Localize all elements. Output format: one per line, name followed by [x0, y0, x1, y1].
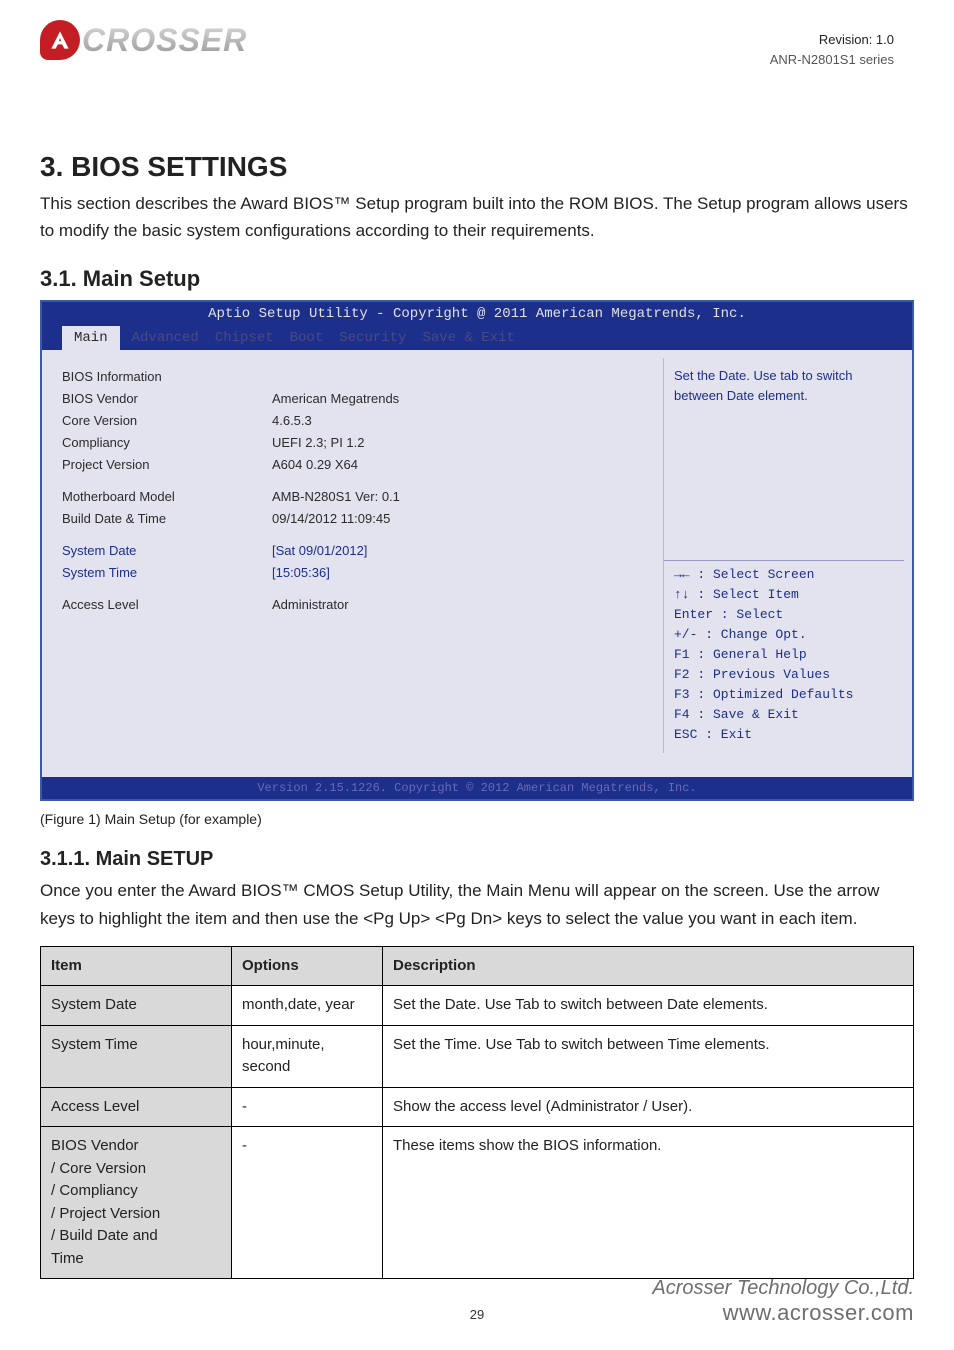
bios-tab-advanced[interactable]: Advanced	[128, 326, 203, 350]
bios-item-help: Set the Date. Use tab to switch between …	[674, 366, 894, 556]
bios-figure: Aptio Setup Utility - Copyright @ 2011 A…	[40, 300, 914, 801]
intro-paragraph: This section describes the Award BIOS™ S…	[40, 190, 914, 244]
bios-core-label: Core Version	[62, 410, 272, 432]
figure-caption: (Figure 1) Main Setup (for example)	[40, 811, 914, 827]
bios-time-value[interactable]: [15:05:36]	[272, 562, 651, 584]
cell-opt: -	[232, 1127, 383, 1279]
page-footer: Acrosser Technology Co.,Ltd. www.acrosse…	[652, 1277, 914, 1326]
footer-url: www.acrosser.com	[652, 1300, 914, 1326]
table-row: Access Level - Show the access level (Ad…	[41, 1087, 914, 1127]
bios-footer: Version 2.15.1226. Copyright © 2012 Amer…	[42, 777, 912, 799]
bios-date-label[interactable]: System Date	[62, 540, 272, 562]
bios-key-4: F1 : General Help	[674, 645, 894, 665]
bios-key-2: Enter : Select	[674, 605, 894, 625]
bios-time-label[interactable]: System Time	[62, 562, 272, 584]
bios-key-3: +/- : Change Opt.	[674, 625, 894, 645]
cell-item: BIOS Vendor / Core Version / Compliancy …	[41, 1127, 232, 1279]
table-row: System Date month,date, year Set the Dat…	[41, 986, 914, 1026]
bios-tab-saveexit[interactable]: Save & Exit	[418, 326, 518, 350]
body-paragraph: Once you enter the Award BIOS™ CMOS Setu…	[40, 877, 914, 931]
brand-wordmark: CROSSER	[82, 24, 247, 56]
table-header-row: Item Options Description	[41, 946, 914, 986]
th-desc: Description	[383, 946, 914, 986]
bios-tabbar: Main Advanced Chipset Boot Security Save…	[42, 326, 912, 350]
page-header-meta: Revision: 1.0 ANR-N2801S1 series	[770, 30, 894, 69]
heading-3: 3.1.1. Main SETUP	[40, 847, 914, 871]
bios-info-heading: BIOS Information	[62, 366, 272, 388]
bios-access-label: Access Level	[62, 594, 272, 616]
cell-desc: Set the Date. Use Tab to switch between …	[383, 986, 914, 1026]
page-number: 29	[470, 1307, 484, 1322]
bios-proj-label: Project Version	[62, 454, 272, 476]
table-row: System Time hour,minute, second Set the …	[41, 1025, 914, 1087]
bios-key-1: ↑↓ : Select Item	[674, 585, 894, 605]
cell-opt: hour,minute, second	[232, 1025, 383, 1087]
bios-date-value[interactable]: [Sat 09/01/2012]	[272, 540, 651, 562]
cell-opt: month,date, year	[232, 986, 383, 1026]
bios-build-label: Build Date & Time	[62, 508, 272, 530]
cell-desc: These items show the BIOS information.	[383, 1127, 914, 1279]
cell-desc: Show the access level (Administrator / U…	[383, 1087, 914, 1127]
heading-2: 3.1. Main Setup	[40, 266, 914, 292]
cell-item: System Date	[41, 986, 232, 1026]
bios-title: Aptio Setup Utility - Copyright @ 2011 A…	[42, 302, 912, 326]
footer-company: Acrosser Technology Co.,Ltd.	[652, 1277, 914, 1300]
th-item: Item	[41, 946, 232, 986]
heading-1: 3. BIOS SETTINGS	[40, 150, 914, 184]
bios-tab-chipset[interactable]: Chipset	[211, 326, 278, 350]
bios-mb-label: Motherboard Model	[62, 486, 272, 508]
bios-build-value: 09/14/2012 11:09:45	[272, 508, 651, 530]
bios-comp-label: Compliancy	[62, 432, 272, 454]
th-options: Options	[232, 946, 383, 986]
bios-key-8: ESC : Exit	[674, 725, 894, 745]
settings-table: Item Options Description System Date mon…	[40, 946, 914, 1280]
bios-access-value: Administrator	[272, 594, 651, 616]
cell-item: System Time	[41, 1025, 232, 1087]
bios-key-7: F4 : Save & Exit	[674, 705, 894, 725]
revision-text: Revision: 1.0	[770, 30, 894, 50]
table-row: BIOS Vendor / Core Version / Compliancy …	[41, 1127, 914, 1279]
brand-mark-icon	[40, 20, 80, 60]
bios-tab-boot[interactable]: Boot	[286, 326, 328, 350]
model-text: ANR-N2801S1 series	[770, 50, 894, 70]
bios-key-6: F3 : Optimized Defaults	[674, 685, 894, 705]
bios-key-0: →← : Select Screen	[674, 565, 894, 585]
bios-vendor-label: BIOS Vendor	[62, 388, 272, 410]
bios-main-panel: BIOS Information BIOS VendorAmerican Meg…	[50, 358, 663, 753]
bios-proj-value: A604 0.29 X64	[272, 454, 651, 476]
bios-key-5: F2 : Previous Values	[674, 665, 894, 685]
bios-vendor-value: American Megatrends	[272, 388, 651, 410]
bios-comp-value: UEFI 2.3; PI 1.2	[272, 432, 651, 454]
bios-mb-value: AMB-N280S1 Ver: 0.1	[272, 486, 651, 508]
bios-tab-main[interactable]: Main	[62, 326, 120, 350]
bios-tab-security[interactable]: Security	[335, 326, 410, 350]
cell-desc: Set the Time. Use Tab to switch between …	[383, 1025, 914, 1087]
cell-opt: -	[232, 1087, 383, 1127]
cell-item: Access Level	[41, 1087, 232, 1127]
bios-core-value: 4.6.5.3	[272, 410, 651, 432]
bios-help-panel: Set the Date. Use tab to switch between …	[663, 358, 904, 753]
